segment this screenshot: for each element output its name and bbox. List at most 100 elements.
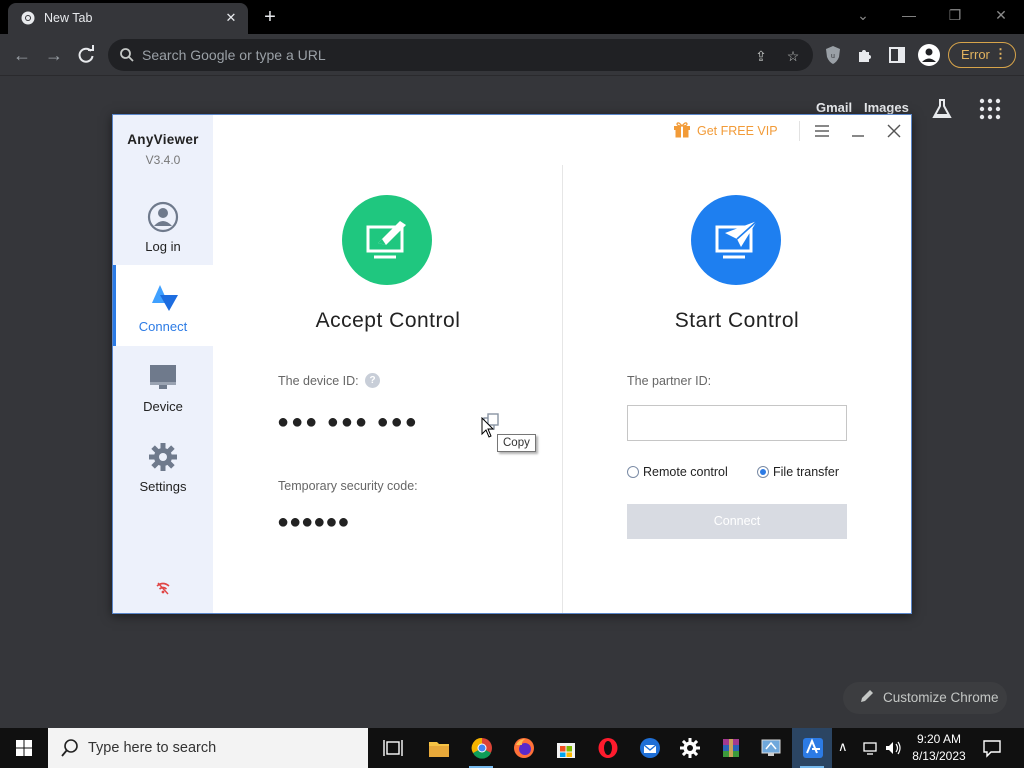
tab-title: New Tab: [44, 11, 93, 25]
taskbar-clock[interactable]: 9:20 AM 8/13/2023: [906, 731, 972, 765]
tab-search-icon[interactable]: ⌄: [848, 4, 878, 26]
device-id-label: The device ID:: [278, 374, 359, 388]
close-icon[interactable]: [884, 121, 904, 141]
windows-start-icon[interactable]: [0, 728, 48, 768]
gear-icon: [149, 443, 177, 471]
volume-icon[interactable]: [884, 739, 902, 757]
remote-control-radio[interactable]: [627, 466, 639, 478]
omnibox-placeholder: Search Google or type a URL: [142, 47, 326, 63]
app-version: V3.4.0: [145, 153, 181, 167]
tab-new-tab[interactable]: New Tab ✕: [8, 3, 248, 34]
sidebar-label-connect: Connect: [138, 319, 188, 334]
error-button[interactable]: Error ⋮: [948, 42, 1016, 68]
customize-chrome-button[interactable]: Customize Chrome: [843, 682, 1007, 714]
remote-desktop-taskbar-button[interactable]: [750, 728, 790, 768]
pencil-icon: [861, 690, 873, 702]
error-label: Error: [961, 47, 990, 62]
titlebar-separator: [799, 121, 800, 141]
new-tab-button[interactable]: +: [258, 6, 282, 28]
start-control-title: Start Control: [674, 309, 800, 332]
close-window-icon[interactable]: ✕: [986, 4, 1016, 26]
sidebar-label-device: Device: [143, 399, 183, 414]
browser-tabstrip: New Tab ✕ + ⌄ — ❐ ✕: [0, 0, 1024, 34]
notification-icon[interactable]: [982, 738, 1002, 758]
minimize-icon[interactable]: [848, 121, 868, 141]
connect-icon: [152, 285, 178, 311]
extensions-puzzle-icon[interactable]: [855, 45, 875, 65]
sidebar-item-device[interactable]: Device: [113, 347, 213, 427]
labs-flask-icon[interactable]: [930, 97, 954, 121]
sidebar-item-connect[interactable]: Connect: [113, 265, 213, 346]
restore-icon[interactable]: ❐: [940, 4, 970, 26]
store-icon: [557, 743, 575, 758]
mouse-cursor-icon: [481, 417, 495, 438]
thunderbird-taskbar-button[interactable]: [629, 728, 669, 768]
taskbar-search-placeholder: Type here to search: [88, 740, 217, 756]
customize-chrome-label: Customize Chrome: [883, 690, 999, 705]
taskbar-search-box[interactable]: Type here to search: [48, 728, 368, 768]
file-explorer-button[interactable]: [418, 728, 458, 768]
settings-taskbar-button[interactable]: [669, 728, 709, 768]
start-control-icon: [691, 195, 781, 285]
user-icon: [147, 201, 179, 233]
security-code-value: ●●●●●●: [277, 511, 350, 533]
monitor-icon: [150, 365, 176, 389]
device-id-value: ●●● ●●● ●●●: [277, 411, 419, 433]
tray-overflow-icon[interactable]: ∧: [838, 739, 856, 757]
thunderbird-icon: [640, 738, 660, 758]
accept-control-icon: [342, 195, 432, 285]
browser-toolbar: ← → Search Google or type a URL ⇪ ☆ u Er…: [0, 34, 1024, 76]
gear-icon: [680, 738, 700, 758]
help-icon[interactable]: ?: [365, 373, 380, 388]
gmail-link[interactable]: Gmail: [816, 100, 852, 115]
winrar-icon: [723, 739, 739, 757]
tab-close-icon[interactable]: ✕: [222, 9, 240, 27]
partner-id-label: The partner ID:: [627, 374, 712, 388]
anyviewer-window: AnyViewer V3.4.0 Log in Connect Device S…: [112, 114, 912, 614]
forward-icon[interactable]: →: [42, 43, 66, 67]
get-free-vip-label: Get FREE VIP: [697, 124, 778, 138]
security-code-label: Temporary security code:: [278, 479, 418, 493]
connect-button[interactable]: Connect: [627, 504, 847, 539]
menu-hamburger-icon[interactable]: [812, 121, 832, 141]
sidebar-item-settings[interactable]: Settings: [113, 427, 213, 507]
share-icon[interactable]: ⇪: [752, 47, 770, 65]
back-icon[interactable]: ←: [10, 43, 34, 67]
chrome-taskbar-button[interactable]: [461, 728, 501, 768]
accept-control-title: Accept Control: [315, 309, 461, 332]
profile-avatar-icon[interactable]: [918, 44, 940, 66]
network-status-icon: [156, 582, 170, 595]
chrome-icon: [471, 737, 492, 759]
task-view-button[interactable]: [372, 728, 412, 768]
opera-icon: [598, 738, 618, 758]
ublock-shield-icon[interactable]: u: [824, 45, 842, 65]
network-icon[interactable]: [862, 739, 880, 757]
omnibox[interactable]: Search Google or type a URL ⇪ ☆: [108, 39, 813, 71]
minimize-icon[interactable]: —: [894, 4, 924, 26]
reload-icon[interactable]: [76, 45, 96, 65]
firefox-taskbar-button[interactable]: [503, 728, 543, 768]
remote-control-label: Remote control: [643, 465, 728, 479]
anyviewer-taskbar-button[interactable]: [792, 728, 832, 768]
bookmark-star-icon[interactable]: ☆: [784, 47, 802, 65]
firefox-icon: [514, 738, 534, 758]
opera-taskbar-button[interactable]: [587, 728, 627, 768]
winrar-taskbar-button[interactable]: [710, 728, 750, 768]
partner-id-input[interactable]: [627, 405, 847, 441]
file-transfer-radio[interactable]: [757, 466, 769, 478]
store-taskbar-button[interactable]: [545, 728, 585, 768]
copy-tooltip: Copy: [497, 434, 536, 452]
file-transfer-label: File transfer: [773, 465, 839, 479]
gift-icon: [674, 122, 690, 138]
sidebar-label-settings: Settings: [139, 479, 187, 494]
search-icon: [120, 48, 134, 62]
apps-grid-icon[interactable]: [978, 97, 1002, 121]
sidebar-item-login[interactable]: Log in: [113, 187, 213, 267]
anyviewer-icon: [803, 738, 823, 758]
windows-taskbar: Type here to search ∧ 9:20 AM 8/13/2023: [0, 728, 1024, 768]
images-link[interactable]: Images: [864, 100, 909, 115]
clock-time: 9:20 AM: [916, 732, 962, 746]
menu-dots-icon: ⋮: [994, 46, 1007, 61]
remote-desktop-icon: [761, 739, 781, 756]
side-panel-icon[interactable]: [887, 45, 907, 65]
